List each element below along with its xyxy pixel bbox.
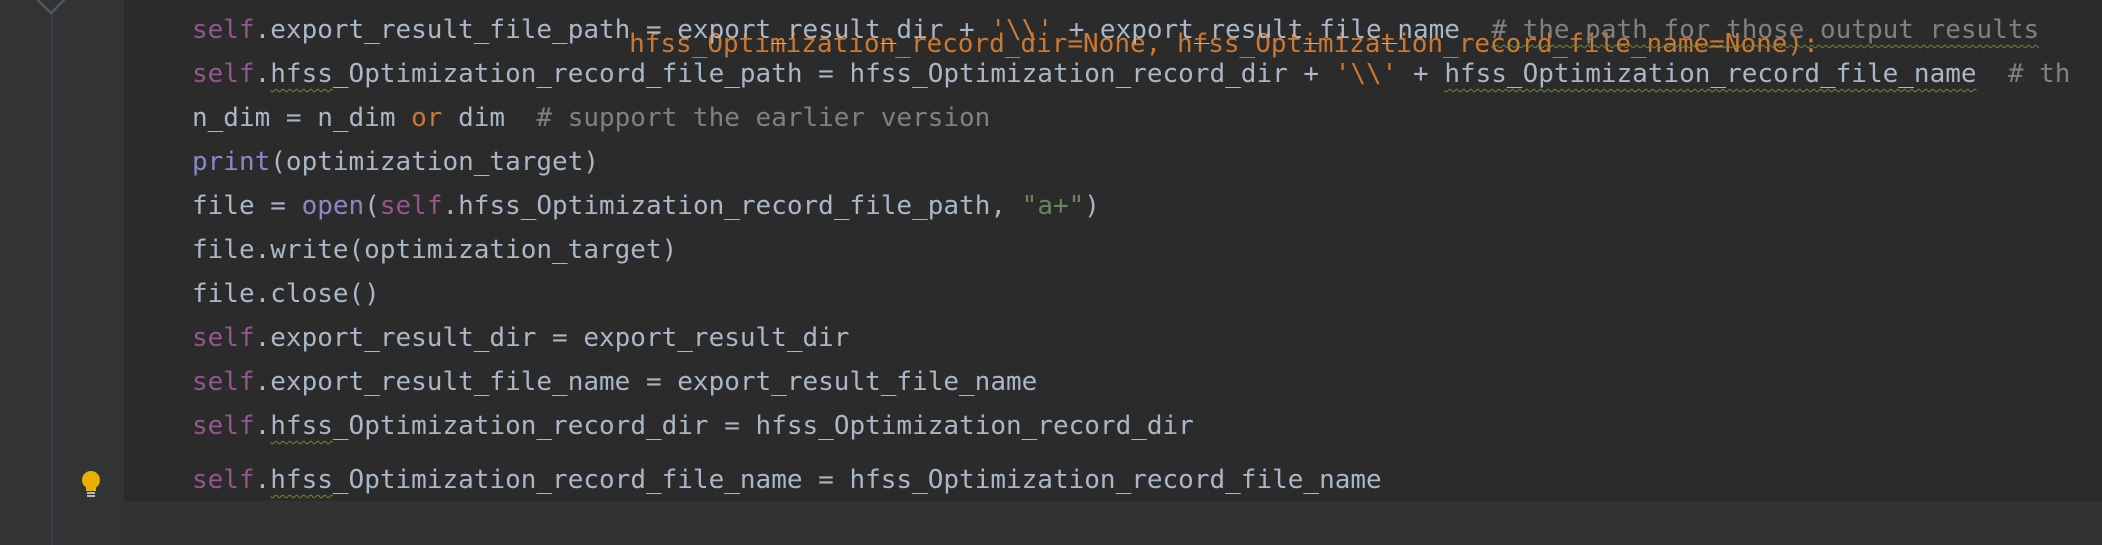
code-token: "a+"	[1021, 191, 1085, 221]
code-token: dim	[442, 103, 537, 133]
lightbulb-icon[interactable]	[80, 470, 102, 500]
code-token: self	[379, 191, 443, 221]
code-line-2[interactable]: self.hfss_Optimization_record_file_path …	[192, 52, 2070, 96]
code-token: +	[1397, 59, 1445, 89]
code-token: file.close()	[192, 279, 380, 309]
current-line-highlight	[124, 501, 2102, 545]
code-token: .	[254, 465, 271, 495]
code-token: .hfss_Optimization_record_file_path,	[442, 191, 1022, 221]
code-token: n_dim = n_dim	[192, 103, 412, 133]
code-token: _Optimization_record_file_path = hfss_Op…	[332, 59, 1335, 89]
code-token: self	[192, 411, 255, 441]
code-token: hfss	[270, 59, 333, 89]
code-token: _Optimization_record_file_name = hfss_Op…	[332, 465, 1382, 495]
code-token: .export_result_dir = export_result_dir	[254, 323, 850, 353]
code-line-3[interactable]: n_dim = n_dim or dim # support the earli…	[192, 96, 990, 140]
code-token: # th	[1976, 59, 2071, 89]
code-token: # support the earlier version	[536, 103, 991, 133]
editor-gutter	[0, 0, 124, 545]
code-token: self	[192, 367, 255, 397]
code-token: .export_result_file_name = export_result…	[254, 367, 1038, 397]
code-editor[interactable]: hfss_Optimization_record_dir=None, hfss_…	[124, 0, 2102, 545]
code-token: or	[411, 103, 443, 133]
code-line-5[interactable]: file = open(self.hfss_Optimization_recor…	[192, 184, 1100, 228]
code-line-1[interactable]: self.export_result_file_path = export_re…	[192, 8, 2039, 52]
code-token: hfss_Optimization_record_file_name	[1444, 59, 1977, 89]
code-line-10[interactable]: self.hfss_Optimization_record_dir = hfss…	[192, 404, 1194, 448]
code-line-9[interactable]: self.export_result_file_name = export_re…	[192, 360, 1037, 404]
code-token: '\\'	[990, 15, 1053, 45]
code-line-7[interactable]: file.close()	[192, 272, 380, 316]
code-token: )	[1084, 191, 1100, 221]
code-token: hfss	[270, 411, 333, 441]
code-line-6[interactable]: file.write(optimization_target)	[192, 228, 677, 272]
code-token: self	[192, 323, 255, 353]
code-token: (optimization_target)	[270, 147, 600, 177]
gutter-divider	[51, 0, 53, 545]
code-token: self	[192, 465, 255, 495]
code-token: file.write(optimization_target)	[192, 235, 678, 265]
code-line-8[interactable]: self.export_result_dir = export_result_d…	[192, 316, 849, 360]
code-token: # the path for those output results	[1491, 15, 2040, 45]
code-token: open	[301, 191, 365, 221]
code-token: + export_result_file_name	[1052, 15, 1492, 45]
code-token: print	[192, 147, 271, 177]
code-token: self	[192, 59, 255, 89]
code-line-11[interactable]: self.hfss_Optimization_record_file_name …	[192, 458, 1382, 502]
code-token: .	[254, 59, 271, 89]
code-token: hfss	[270, 465, 333, 495]
code-token: .	[254, 411, 271, 441]
code-token: file =	[192, 191, 302, 221]
code-token: _Optimization_record_dir = hfss_Optimiza…	[332, 411, 1194, 441]
code-token: '\\'	[1334, 59, 1398, 89]
fold-marker-icon[interactable]	[35, 0, 67, 15]
code-token: (	[364, 191, 380, 221]
code-token: self	[192, 15, 255, 45]
code-token: .export_result_file_path = export_result…	[254, 15, 991, 45]
code-line-4[interactable]: print(optimization_target)	[192, 140, 599, 184]
